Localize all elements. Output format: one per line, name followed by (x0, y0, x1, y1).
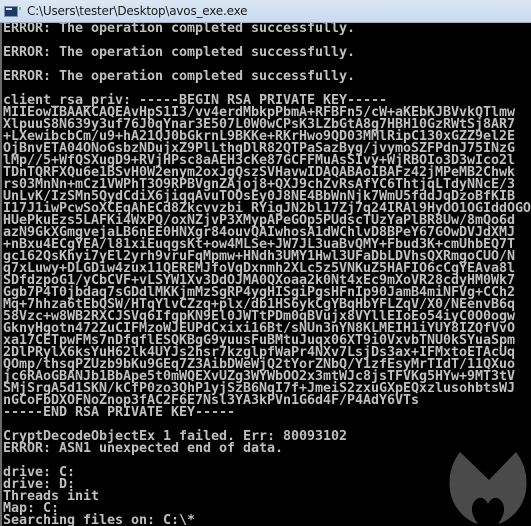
console-line: ERROR: The operation completed successfu… (3, 45, 355, 60)
window-titlebar[interactable]: C:\Users\tester\Desktop\avos_exe.exe (0, 0, 531, 23)
console-line: -----END RSA PRIVATE KEY----- (3, 405, 235, 420)
console-line: ERROR: The operation completed successfu… (3, 69, 355, 84)
logo-shape (449, 452, 527, 524)
console-app-icon[interactable] (4, 5, 21, 17)
malwarebytes-logo-icon (449, 452, 527, 524)
window-title: C:\Users\tester\Desktop\avos_exe.exe (27, 4, 248, 18)
console-line: ERROR: The operation completed successfu… (3, 23, 355, 36)
